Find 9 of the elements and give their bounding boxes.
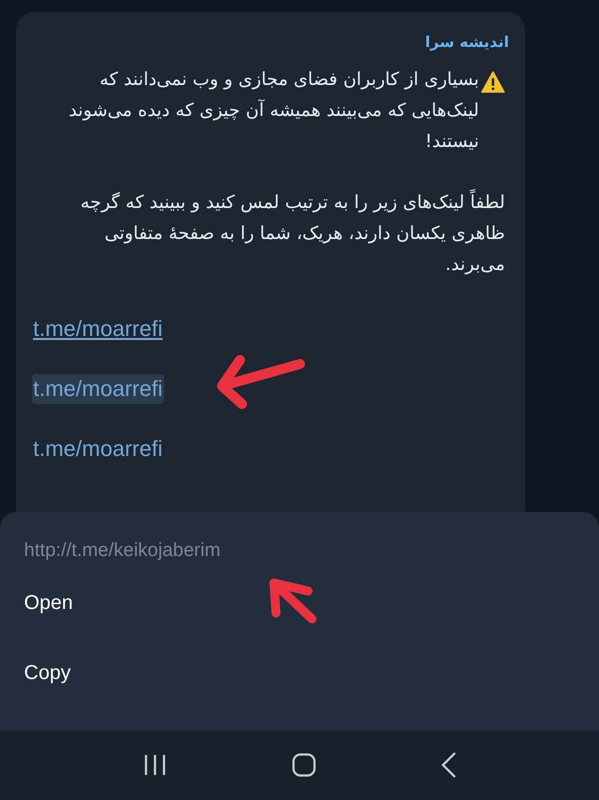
message-link[interactable]: t.me/moarrefi	[32, 314, 164, 344]
message-link[interactable]: t.me/moarrefi	[32, 374, 164, 404]
message-link[interactable]: t.me/moarrefi	[32, 434, 164, 464]
menu-item[interactable]: Copy	[24, 658, 71, 688]
sender-name: اندیشه سرا	[425, 33, 509, 51]
link-url: http://t.me/keikojaberim	[24, 539, 222, 563]
message-text: بسیاری از کاربران فضای مجازی و وب نمی‌دانند که لینک‌هایی که می‌بینند همیشه آن چیزی که دیده می‌شوند نیستند!	[68, 68, 479, 154]
menu-item[interactable]: Open	[24, 588, 73, 618]
message-text: لطفاً لینک‌های زیر را به ترتیب لمس کنید و ببینید که گرچه ظاهری یکسان دارند، هریک، شما را به صفحهٔ متفاوتی می‌برند.	[55, 187, 505, 280]
